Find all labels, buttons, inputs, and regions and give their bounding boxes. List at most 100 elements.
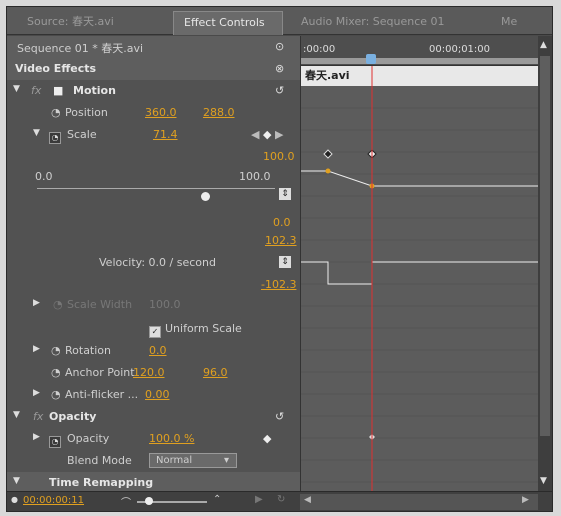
status-dot-icon: ● bbox=[11, 495, 18, 504]
add-keyframe-icon[interactable]: ◆ bbox=[263, 432, 271, 445]
scroll-left-icon[interactable]: ◀ bbox=[304, 495, 311, 505]
stopwatch-icon[interactable]: ◔ bbox=[51, 366, 61, 379]
rotation-label: Rotation bbox=[65, 344, 112, 357]
keyframe-marker[interactable] bbox=[323, 149, 333, 159]
loop-icon[interactable]: ↻ bbox=[277, 494, 285, 505]
rotation-value[interactable]: 0.0 bbox=[149, 344, 167, 357]
uniform-scale-checkbox[interactable]: ✓ bbox=[149, 326, 161, 338]
anchor-y-value[interactable]: 96.0 bbox=[203, 366, 228, 379]
expand-triangle-icon[interactable]: ▼ bbox=[13, 410, 20, 420]
expand-triangle-icon[interactable]: ▼ bbox=[13, 476, 20, 486]
collapse-triangle-icon[interactable]: ▶ bbox=[33, 344, 40, 354]
tab-audio-mixer[interactable]: Audio Mixer: Sequence 01 bbox=[291, 11, 486, 35]
antiflicker-row: ▶ ◔ Anti-flicker ... 0.00 bbox=[7, 384, 300, 406]
stopwatch-icon[interactable]: ◔ bbox=[51, 106, 61, 119]
collapse-triangle-icon[interactable]: ▶ bbox=[33, 298, 40, 308]
position-y-value[interactable]: 288.0 bbox=[203, 106, 235, 119]
tab-source[interactable]: Source: 春天.avi bbox=[17, 11, 167, 35]
scale-width-row: ▶ ◔ Scale Width 100.0 bbox=[7, 294, 300, 316]
vertical-scrollbar[interactable]: ▲ ▼ bbox=[538, 36, 552, 491]
antiflicker-label: Anti-flicker ... bbox=[65, 388, 139, 401]
sequence-title: Sequence 01 * 春天.avi bbox=[17, 42, 144, 55]
fx-icon[interactable]: fx bbox=[33, 410, 43, 423]
scroll-down-icon[interactable]: ▼ bbox=[540, 476, 547, 486]
reset-icon[interactable]: ↺ bbox=[275, 84, 284, 97]
value-point[interactable] bbox=[325, 168, 331, 174]
anchor-point-label: Anchor Point bbox=[65, 366, 135, 379]
scale-slider-max: 100.0 bbox=[239, 170, 271, 183]
scale-width-label: Scale Width bbox=[67, 298, 133, 311]
effect-properties-panel: Sequence 01 * 春天.avi ⊙ Video Effects ⊗ ▼… bbox=[7, 36, 300, 494]
stopwatch-on-icon[interactable]: ◔ bbox=[49, 132, 61, 144]
stopwatch-on-icon[interactable]: ◔ bbox=[49, 436, 61, 448]
sequence-header: Sequence 01 * 春天.avi ⊙ bbox=[7, 36, 300, 58]
antiflicker-value[interactable]: 0.00 bbox=[145, 388, 170, 401]
scale-value[interactable]: 71.4 bbox=[153, 128, 178, 141]
scrollbar-thumb[interactable] bbox=[540, 56, 550, 436]
scale-slider-track[interactable] bbox=[37, 188, 275, 189]
tab-metadata[interactable]: Me bbox=[491, 11, 549, 35]
scroll-up-icon[interactable]: ▲ bbox=[540, 40, 547, 50]
position-row: ◔ Position 360.0 288.0 bbox=[7, 102, 300, 124]
play-icon[interactable]: ▶ bbox=[255, 494, 263, 505]
reset-icon[interactable]: ↺ bbox=[275, 410, 284, 423]
tab-effect-controls[interactable]: Effect Controls bbox=[173, 11, 283, 35]
video-effects-label: Video Effects bbox=[15, 62, 97, 75]
stopwatch-icon[interactable]: ◔ bbox=[51, 388, 61, 401]
bottom-toolbar: ● 00:00:00:11 ⌒ ⌃ ▶ ↻ ◀ ▶ bbox=[7, 491, 552, 511]
opacity-value-row: ▶ ◔ Opacity 100.0 % ◆ bbox=[7, 428, 300, 450]
ruler-start: :00:00 bbox=[303, 44, 336, 55]
time-ruler[interactable]: :00:00 00:00;01:00 bbox=[301, 36, 539, 66]
velocity-zoom-button[interactable]: ⇕ bbox=[279, 256, 291, 268]
tab-bar: Source: 春天.avi Effect Controls Audio Mix… bbox=[7, 7, 552, 35]
zoom-in-icon[interactable]: ⌃ bbox=[213, 494, 221, 505]
expand-triangle-icon[interactable]: ▼ bbox=[33, 128, 40, 138]
position-label: Position bbox=[65, 106, 108, 119]
keyframe-graph bbox=[301, 66, 539, 491]
prev-keyframe-icon[interactable]: ◀ bbox=[251, 128, 259, 141]
ruler-end: 00:00;01:00 bbox=[429, 44, 491, 55]
add-keyframe-icon[interactable]: ◆ bbox=[263, 128, 271, 141]
video-effects-header: Video Effects ⊗ bbox=[7, 58, 300, 80]
blend-mode-select[interactable]: Normal ▾ bbox=[149, 453, 237, 468]
work-area-bar[interactable] bbox=[301, 58, 539, 64]
velocity-max-value: 102.3 bbox=[265, 234, 297, 247]
current-timecode[interactable]: 00:00:00:11 bbox=[23, 495, 84, 506]
collapse-triangle-icon[interactable]: ▶ bbox=[33, 432, 40, 442]
zoom-out-icon[interactable]: ⌒ bbox=[121, 494, 131, 509]
opacity-sub-label: Opacity bbox=[67, 432, 110, 445]
effect-controls-window: Source: 春天.avi Effect Controls Audio Mix… bbox=[6, 6, 553, 512]
collapse-triangle-icon[interactable]: ▶ bbox=[33, 388, 40, 398]
clear-icon[interactable]: ⊗ bbox=[275, 62, 284, 75]
show-clip-icon[interactable]: ⊙ bbox=[275, 40, 284, 53]
playhead-handle[interactable] bbox=[366, 54, 376, 64]
velocity-min-row: -102.3 bbox=[7, 274, 300, 296]
next-keyframe-icon[interactable]: ▶ bbox=[275, 128, 283, 141]
zoom-slider-handle[interactable] bbox=[145, 497, 153, 505]
scale-slider-min: 0.0 bbox=[35, 170, 53, 183]
stopwatch-icon: ◔ bbox=[53, 298, 63, 311]
scroll-right-icon[interactable]: ▶ bbox=[522, 495, 529, 505]
scale-width-value: 100.0 bbox=[149, 298, 181, 311]
fx-icon[interactable]: fx bbox=[31, 84, 41, 97]
stopwatch-icon[interactable]: ◔ bbox=[51, 344, 61, 357]
scale-row: ▼ ◔ Scale 71.4 ◀ ◆ ▶ bbox=[7, 124, 300, 146]
velocity-row: Velocity: 0.0 / second ⇕ bbox=[7, 252, 300, 274]
opacity-value[interactable]: 100.0 % bbox=[149, 432, 194, 445]
horizontal-scrollbar[interactable]: ◀ ▶ bbox=[300, 494, 538, 510]
scale-graph-top: 100.0 bbox=[7, 146, 300, 168]
chevron-down-icon: ▾ bbox=[224, 455, 230, 466]
opacity-label: Opacity bbox=[49, 410, 97, 423]
motion-row[interactable]: ▼ fx ■ Motion ↺ bbox=[7, 80, 300, 102]
opacity-row[interactable]: ▼ fx Opacity ↺ bbox=[7, 406, 300, 428]
uniform-scale-label: Uniform Scale bbox=[165, 322, 242, 335]
anchor-x-value[interactable]: 120.0 bbox=[133, 366, 165, 379]
scale-value-curve bbox=[301, 170, 539, 187]
position-x-value[interactable]: 360.0 bbox=[145, 106, 177, 119]
scale-label: Scale bbox=[67, 128, 97, 141]
velocity-max-row: 102.3 bbox=[7, 230, 300, 252]
scale-slider-handle[interactable] bbox=[201, 192, 210, 201]
expand-triangle-icon[interactable]: ▼ bbox=[13, 84, 20, 94]
graph-zoom-button[interactable]: ⇕ bbox=[279, 188, 291, 200]
blend-mode-row: Blend Mode Normal ▾ bbox=[7, 450, 300, 472]
